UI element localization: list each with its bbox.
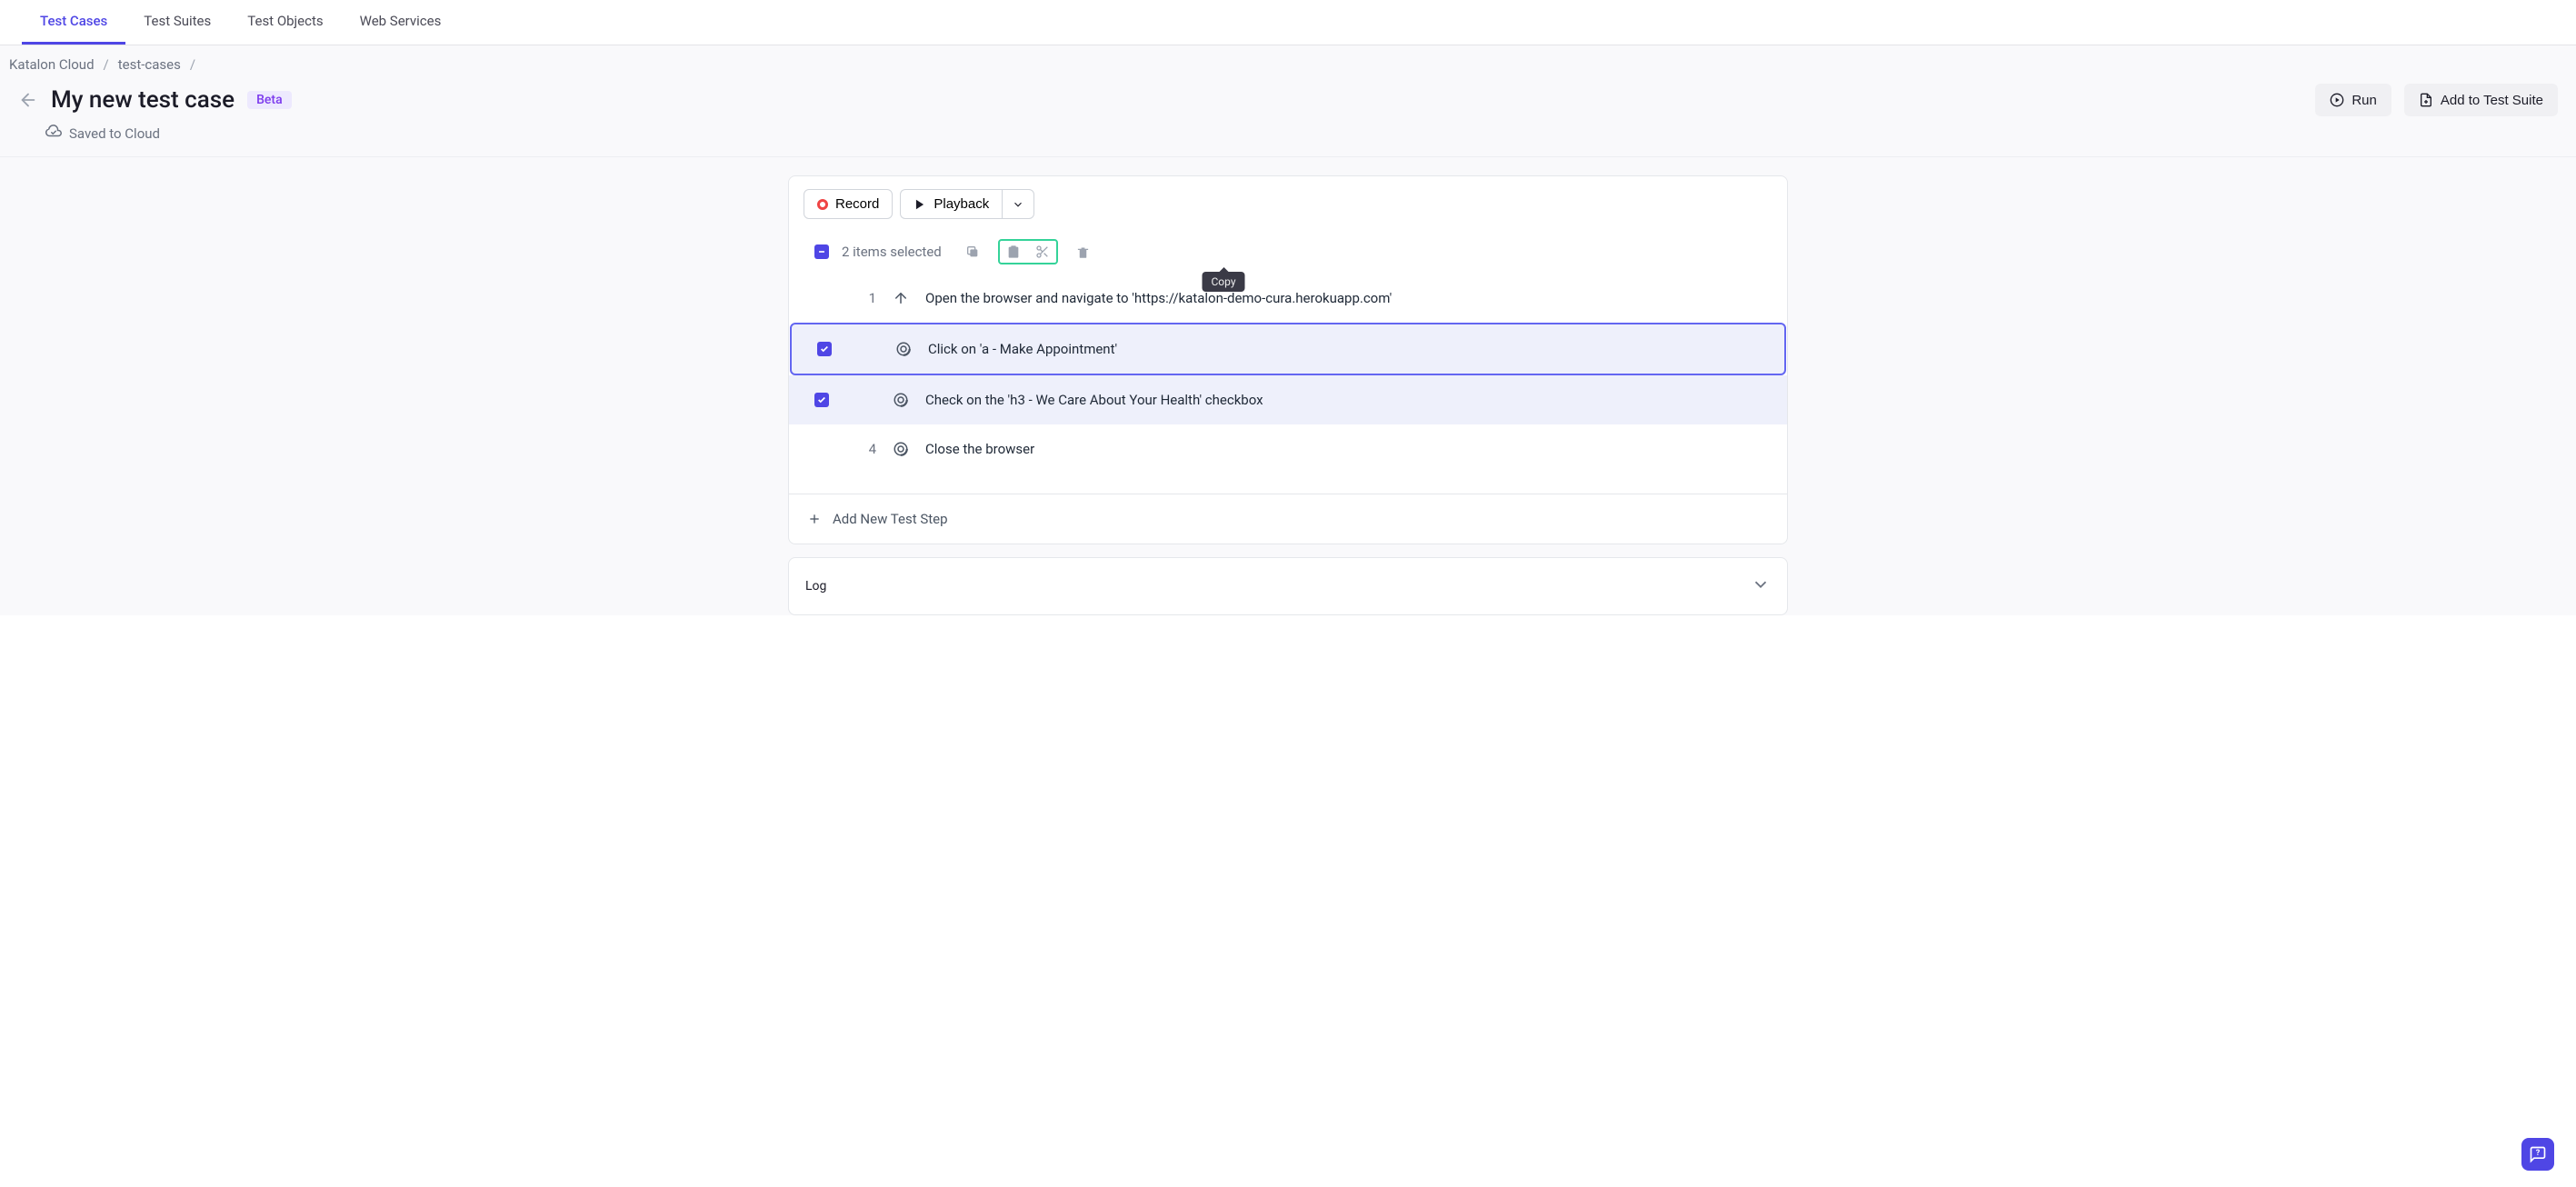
record-label: Record <box>835 196 879 212</box>
delete-icon[interactable] <box>1071 240 1095 264</box>
step-row[interactable]: Click on 'a - Make Appointment' <box>790 323 1786 375</box>
select-all-checkbox[interactable] <box>814 244 829 259</box>
steps-panel: Record Playback 2 items selected <box>788 175 1788 544</box>
content-area: Record Playback 2 items selected <box>0 157 2576 615</box>
beta-badge: Beta <box>247 91 292 109</box>
breadcrumb: Katalon Cloud / test-cases / <box>0 45 2576 80</box>
cloud-check-icon <box>45 124 62 144</box>
step-text: Check on the 'h3 - We Care About Your He… <box>925 392 1772 408</box>
playback-dropdown-button[interactable] <box>1002 189 1034 219</box>
add-to-suite-button[interactable]: Add to Test Suite <box>2404 84 2558 116</box>
page-subheader: Katalon Cloud / test-cases / My new test… <box>0 45 2576 157</box>
run-button[interactable]: Run <box>2315 84 2391 116</box>
saved-status-row: Saved to Cloud <box>0 124 2576 156</box>
tab-test-objects[interactable]: Test Objects <box>229 0 341 45</box>
step-checkbox[interactable] <box>814 291 829 305</box>
playback-button[interactable]: Playback <box>900 189 1002 219</box>
playback-label: Playback <box>934 196 989 212</box>
target-icon <box>879 341 928 357</box>
selection-bar: 2 items selected Copy <box>789 230 1787 274</box>
tab-test-suites[interactable]: Test Suites <box>125 0 229 45</box>
step-text: Close the browser <box>925 441 1772 457</box>
svg-text:?: ? <box>2536 1149 2541 1158</box>
tab-test-cases[interactable]: Test Cases <box>22 0 125 45</box>
add-new-step-button[interactable]: Add New Test Step <box>789 494 1787 544</box>
tab-web-services[interactable]: Web Services <box>342 0 460 45</box>
step-number: 1 <box>845 290 876 306</box>
copy-tooltip: Copy <box>1202 272 1244 292</box>
breadcrumb-separator: / <box>104 56 109 73</box>
step-text: Open the browser and navigate to 'https:… <box>925 290 1772 306</box>
panel-toolbar: Record Playback <box>789 176 1787 230</box>
step-row[interactable]: Check on the 'h3 - We Care About Your He… <box>789 375 1787 424</box>
record-button[interactable]: Record <box>804 189 893 219</box>
main-tabs: Test Cases Test Suites Test Objects Web … <box>0 0 2576 45</box>
add-to-suite-label: Add to Test Suite <box>2441 93 2543 108</box>
breadcrumb-root[interactable]: Katalon Cloud <box>9 56 95 73</box>
chevron-down-icon[interactable] <box>1751 574 1771 598</box>
back-arrow-icon[interactable] <box>18 90 38 110</box>
paste-icon[interactable] <box>1003 243 1023 261</box>
copy-cut-highlight <box>998 239 1058 264</box>
step-checkbox[interactable] <box>814 393 829 407</box>
cut-icon[interactable] <box>1033 243 1053 261</box>
page-title: My new test case <box>51 86 235 114</box>
record-icon <box>817 199 828 210</box>
target-icon <box>876 441 925 457</box>
log-panel[interactable]: Log <box>788 557 1788 615</box>
step-checkbox[interactable] <box>814 442 829 456</box>
navigate-icon <box>876 290 925 306</box>
step-checkbox[interactable] <box>817 342 832 356</box>
log-label: Log <box>805 579 826 594</box>
step-number: 4 <box>845 441 876 457</box>
duplicate-icon[interactable] <box>960 239 985 264</box>
step-text: Click on 'a - Make Appointment' <box>928 341 1770 357</box>
step-row[interactable]: 4 Close the browser <box>789 424 1787 474</box>
breadcrumb-section[interactable]: test-cases <box>118 56 181 73</box>
breadcrumb-separator: / <box>190 56 195 73</box>
help-widget[interactable]: ? <box>2521 1138 2554 1171</box>
step-row[interactable]: 1 Open the browser and navigate to 'http… <box>789 274 1787 323</box>
target-icon <box>876 392 925 408</box>
run-button-label: Run <box>2351 93 2377 108</box>
add-new-step-label: Add New Test Step <box>833 511 948 527</box>
selection-count-text: 2 items selected <box>842 244 942 260</box>
saved-status-text: Saved to Cloud <box>69 125 160 142</box>
